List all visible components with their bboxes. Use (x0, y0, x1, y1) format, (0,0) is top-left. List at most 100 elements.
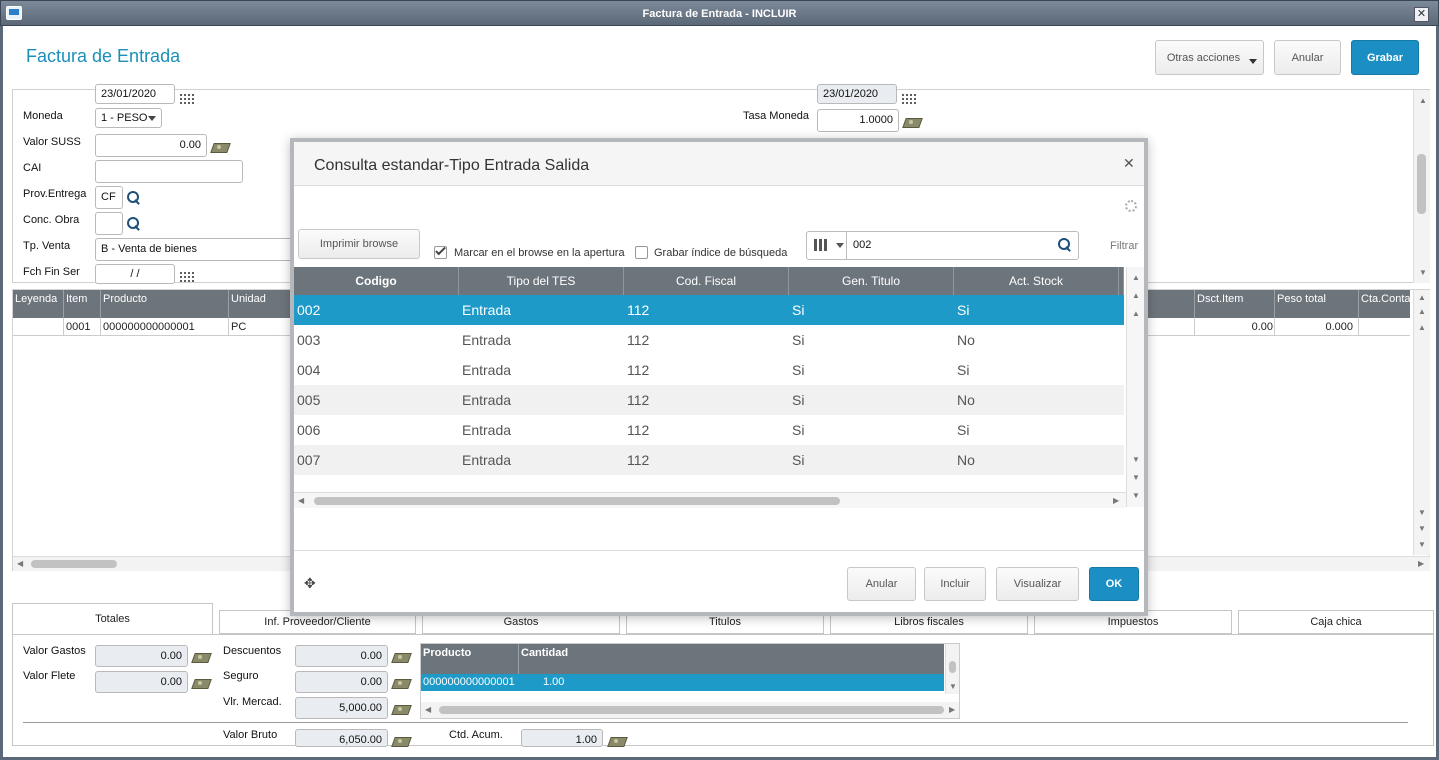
search-icon[interactable] (127, 217, 141, 231)
fch-fin-ser-field[interactable]: / / (95, 264, 175, 284)
scroll-left-icon[interactable]: ◀ (17, 559, 23, 568)
table-row[interactable]: 002 Entrada 112 Si Si (294, 295, 1124, 325)
tp-venta-field[interactable]: B - Venta de bienes (95, 238, 295, 261)
scroll-thumb[interactable] (31, 560, 117, 568)
index-selector[interactable] (807, 232, 847, 259)
view-button[interactable]: Visualizar (996, 567, 1079, 601)
move-icon[interactable]: ✥ (304, 575, 316, 592)
col-cta-contab[interactable]: Cta.Contab (1361, 293, 1417, 305)
valor-gastos-field[interactable]: 0.00 (95, 645, 188, 667)
calendar-icon[interactable] (901, 93, 917, 104)
table-row[interactable]: 006 Entrada 112 Si Si (294, 415, 1124, 445)
tab-totales[interactable]: Totales (12, 603, 213, 635)
lookup-hscrollbar[interactable]: ◀ ▶ (294, 492, 1126, 508)
scroll-up-icon[interactable]: ▲ (1419, 96, 1427, 105)
date-field-right[interactable]: 23/01/2020 (817, 84, 897, 104)
scroll-up-icon[interactable]: ▲ (1132, 309, 1140, 318)
date-field[interactable]: 23/01/2020 (95, 84, 175, 104)
money-icon[interactable] (393, 735, 411, 746)
lookup-vscrollbar[interactable]: ▲ ▲ ▲ ▼ ▼ ▼ (1126, 267, 1144, 507)
seguro-field[interactable]: 0.00 (295, 671, 388, 693)
scroll-down-icon[interactable]: ▼ (1419, 268, 1427, 277)
col-leyenda[interactable]: Leyenda (15, 293, 57, 305)
scroll-thumb[interactable] (1417, 154, 1426, 214)
mark-browse-checkbox[interactable] (434, 244, 447, 259)
col-gen-titulo[interactable]: Gen. Titulo (789, 267, 954, 295)
scroll-thumb[interactable] (314, 497, 840, 505)
cancel-button[interactable]: Anular (1274, 40, 1341, 75)
valor-suss-field[interactable]: 0.00 (95, 134, 207, 157)
search-icon[interactable] (1058, 238, 1072, 252)
ctd-acum-field[interactable]: 1.00 (521, 729, 603, 747)
moneda-select[interactable]: 1 - PESO (95, 108, 162, 128)
money-icon[interactable] (904, 116, 922, 127)
calendar-icon[interactable] (179, 93, 195, 104)
print-browse-button[interactable]: Imprimir browse (298, 229, 420, 259)
scroll-top-icon[interactable]: ▲ (1418, 293, 1426, 302)
table-row[interactable]: 005 Entrada 112 Si No (294, 385, 1124, 415)
col-producto[interactable]: Producto (423, 647, 471, 659)
table-row[interactable]: 003 Entrada 112 Si No (294, 325, 1124, 355)
col-cantidad[interactable]: Cantidad (521, 647, 568, 659)
scroll-right-icon[interactable]: ▶ (1113, 496, 1119, 505)
vlr-mercad-field[interactable]: 5,000.00 (295, 697, 388, 719)
other-actions-button[interactable]: Otras acciones (1155, 40, 1264, 75)
scroll-up-icon[interactable]: ▲ (1418, 323, 1426, 332)
scroll-thumb[interactable] (439, 706, 944, 714)
scroll-bottom-icon[interactable]: ▼ (1418, 540, 1426, 549)
money-icon[interactable] (393, 677, 411, 688)
col-dsct-item[interactable]: Dsct.Item (1197, 293, 1243, 305)
scroll-left-icon[interactable]: ◀ (298, 496, 304, 505)
valor-flete-field[interactable]: 0.00 (95, 671, 188, 693)
dialog-cancel-button[interactable]: Anular (847, 567, 916, 601)
scroll-top-icon[interactable]: ▲ (1132, 273, 1140, 282)
filter-link[interactable]: Filtrar (1110, 240, 1138, 252)
scroll-down-icon[interactable]: ▼ (1418, 508, 1426, 517)
search-icon[interactable] (127, 191, 141, 205)
scroll-pagedown-icon[interactable]: ▼ (1418, 524, 1426, 533)
mini-grid-vscroll[interactable]: ▼ (945, 644, 959, 694)
ok-button[interactable]: OK (1089, 567, 1139, 601)
col-unidad[interactable]: Unidad (231, 293, 266, 305)
mini-grid-hscroll[interactable]: ◀ ▶ (421, 702, 959, 718)
col-item[interactable]: Item (66, 293, 87, 305)
table-row[interactable]: 000000000000001 1.00 (421, 674, 944, 691)
money-icon[interactable] (393, 703, 411, 714)
money-icon[interactable] (609, 735, 627, 746)
table-row[interactable]: 004 Entrada 112 Si Si (294, 355, 1124, 385)
include-button[interactable]: Incluir (924, 567, 986, 601)
tab-caja-chica[interactable]: Caja chica (1238, 610, 1434, 634)
gear-icon[interactable] (1125, 200, 1137, 212)
window-close-icon[interactable]: ✕ (1414, 7, 1429, 22)
money-icon[interactable] (193, 677, 211, 688)
items-vscrollbar[interactable]: ▲ ▲ ▲ ▼ ▼ ▼ (1413, 290, 1430, 555)
scroll-thumb[interactable] (949, 661, 956, 673)
money-icon[interactable] (193, 651, 211, 662)
form-scrollbar[interactable]: ▲ ▼ (1413, 90, 1430, 283)
col-peso-total[interactable]: Peso total (1277, 293, 1326, 305)
money-icon[interactable] (393, 651, 411, 662)
scroll-down-icon[interactable]: ▼ (1132, 455, 1140, 464)
scroll-pageup-icon[interactable]: ▲ (1418, 307, 1426, 316)
search-input[interactable]: 002 (853, 239, 871, 251)
money-icon[interactable] (212, 141, 230, 152)
col-cod-fiscal[interactable]: Cod. Fiscal (624, 267, 789, 295)
table-row[interactable]: 007 Entrada 112 Si No (294, 445, 1124, 475)
col-codigo[interactable]: Codigo (294, 267, 459, 295)
save-index-checkbox[interactable] (635, 246, 648, 259)
prov-entrega-field[interactable]: CF (95, 186, 123, 209)
calendar-icon[interactable] (179, 271, 195, 282)
descuentos-field[interactable]: 0.00 (295, 645, 388, 667)
col-tipo-tes[interactable]: Tipo del TES (459, 267, 624, 295)
scroll-right-icon[interactable]: ▶ (1418, 559, 1424, 568)
close-icon[interactable]: ✕ (1123, 155, 1135, 172)
valor-bruto-field[interactable]: 6,050.00 (295, 729, 388, 747)
scroll-left-icon[interactable]: ◀ (425, 705, 431, 714)
col-producto[interactable]: Producto (103, 293, 147, 305)
cai-field[interactable] (95, 160, 243, 183)
scroll-pagedown-icon[interactable]: ▼ (1132, 473, 1140, 482)
col-act-stock[interactable]: Act. Stock (954, 267, 1119, 295)
scroll-pageup-icon[interactable]: ▲ (1132, 291, 1140, 300)
conc-obra-field[interactable] (95, 212, 123, 235)
scroll-bottom-icon[interactable]: ▼ (1132, 491, 1140, 500)
